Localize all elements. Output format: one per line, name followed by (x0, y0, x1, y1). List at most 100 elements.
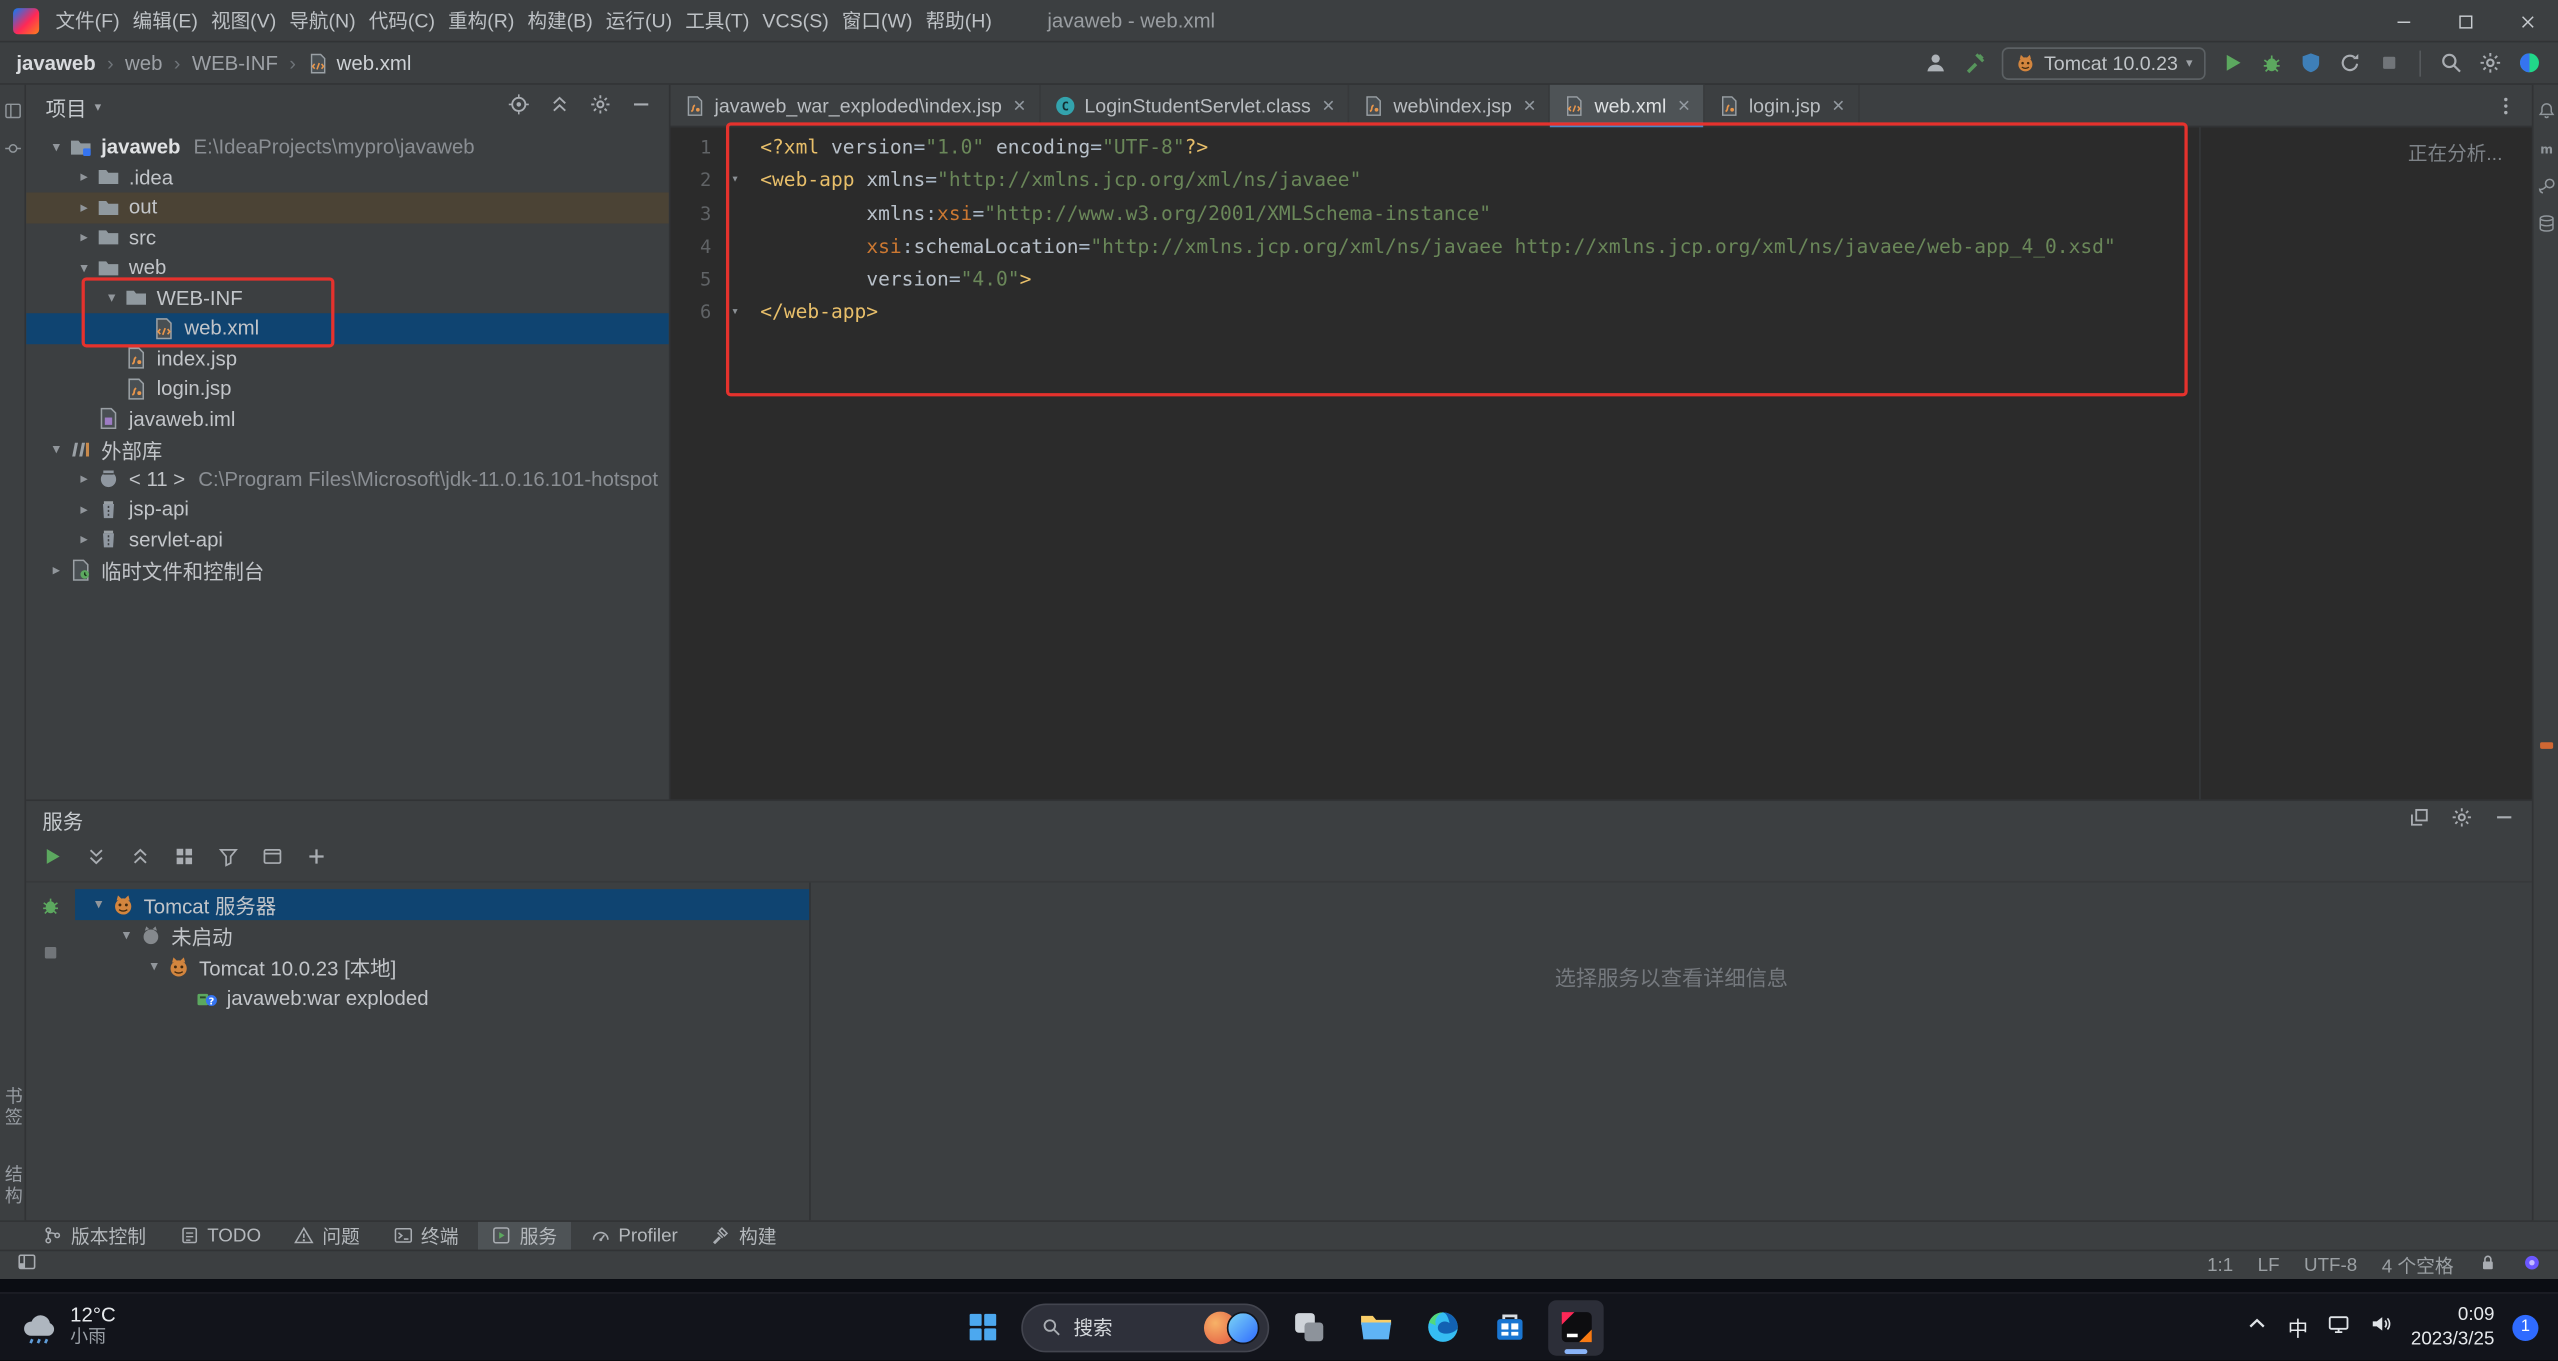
project-panel-title[interactable]: 项目▾ (46, 91, 102, 122)
close-tab-icon[interactable]: × (1832, 93, 1844, 117)
chevron-right-icon[interactable]: ▸ (46, 561, 67, 579)
network-button[interactable] (2326, 1311, 2350, 1344)
settings-button[interactable] (2478, 51, 2502, 75)
weather-widget[interactable]: 12°C 小雨 (20, 1303, 116, 1351)
tool-windows-toggle-button[interactable] (16, 1250, 37, 1279)
hide-button[interactable] (630, 92, 653, 120)
ime-indicator[interactable]: 中 (2288, 1312, 2308, 1343)
breadcrumb-item-web-xml[interactable]: web.xml (307, 51, 411, 74)
settings-button[interactable] (589, 92, 612, 120)
start-button[interactable] (954, 1299, 1009, 1354)
taskbar-app-task-view[interactable] (1281, 1299, 1336, 1354)
chevron-right-icon[interactable]: ▸ (73, 199, 94, 217)
tab-options-button[interactable] (2480, 85, 2532, 126)
event-button[interactable] (2522, 1253, 2542, 1277)
service-item-tomcat-10-0-23-本地[interactable]: ▾Tomcat 10.0.23 [本地] (75, 951, 809, 982)
float-button[interactable] (2408, 806, 2431, 834)
user-button[interactable] (1923, 51, 1947, 75)
stop-button[interactable] (39, 941, 62, 972)
project-item-src[interactable]: ▸src (26, 223, 669, 253)
expand-all-button[interactable] (85, 844, 108, 875)
collapse-all-button[interactable] (129, 844, 152, 875)
menu-视图-v[interactable]: 视图(V) (204, 0, 282, 42)
chevron-down-icon[interactable]: ▾ (73, 259, 94, 277)
search-button[interactable] (2439, 51, 2463, 75)
menu-重构-r[interactable]: 重构(R) (442, 0, 521, 42)
project-item-web-xml[interactable]: web.xml (26, 313, 669, 343)
service-item-javaweb-war-exploded[interactable]: ?javaweb:war exploded (75, 982, 809, 1013)
menu-编辑-e[interactable]: 编辑(E) (126, 0, 204, 42)
status-1-1[interactable]: 1:1 (2207, 1255, 2233, 1275)
project-item-index-jsp[interactable]: index.jsp (26, 343, 669, 373)
project-tool-button[interactable] (2, 101, 22, 121)
status-utf-8[interactable]: UTF-8 (2304, 1255, 2357, 1275)
editor-tab-javaweb-war-exploded-index-jsp[interactable]: javaweb_war_exploded\index.jsp× (671, 85, 1041, 126)
run-button[interactable] (41, 844, 64, 875)
editor-tab-login-jsp[interactable]: login.jsp× (1705, 85, 1859, 126)
maximize-button[interactable] (2434, 0, 2496, 42)
chevron-right-icon[interactable]: ▸ (73, 168, 94, 186)
toolwindow-button-todo[interactable]: TODO (166, 1221, 275, 1250)
menu-构建-b[interactable]: 构建(B) (521, 0, 599, 42)
add-button[interactable] (305, 844, 328, 875)
group-button[interactable] (173, 844, 196, 875)
coverage-button[interactable] (2299, 51, 2323, 75)
taskbar-app-idea[interactable] (1548, 1299, 1603, 1354)
settings-button[interactable] (2450, 806, 2473, 834)
project-item-11[interactable]: ▸< 11 >C:\Program Files\Microsoft\jdk-11… (26, 464, 669, 494)
close-tab-icon[interactable]: × (1678, 93, 1690, 117)
chevron-down-icon[interactable]: ▾ (144, 958, 165, 976)
menu-文件-f[interactable]: 文件(F) (49, 0, 126, 42)
code-line-1[interactable]: <?xml version="1.0" encoding="UTF-8"?> (760, 131, 2532, 164)
close-tab-icon[interactable]: × (1322, 93, 1334, 117)
menu-帮助-h[interactable]: 帮助(H) (919, 0, 998, 42)
chevron-right-icon[interactable]: ▸ (73, 229, 94, 247)
toolwindow-button-服务[interactable]: 服务 (478, 1221, 570, 1250)
toolwindow-button-问题[interactable]: 问题 (281, 1221, 373, 1250)
project-item-临时文件和控制台[interactable]: ▸临时文件和控制台 (26, 555, 669, 585)
editor-tab-web-index-jsp[interactable]: web\index.jsp× (1349, 85, 1550, 126)
menu-vcs-s[interactable]: VCS(S) (756, 0, 835, 42)
volume-button[interactable] (2369, 1311, 2393, 1344)
notifications-button[interactable] (2536, 101, 2556, 121)
collapse-all-button[interactable] (548, 92, 571, 120)
code-line-6[interactable]: </web-app> (760, 296, 2532, 329)
project-item-login-jsp[interactable]: login.jsp (26, 374, 669, 404)
editor-tab-loginstudentservlet-class[interactable]: CLoginStudentServlet.class× (1040, 85, 1349, 126)
fold-toggle-icon[interactable]: ▾ (731, 164, 739, 197)
debug-button[interactable] (39, 894, 62, 925)
menu-窗口-w[interactable]: 窗口(W) (835, 0, 919, 42)
debug-button[interactable] (2259, 51, 2283, 75)
gradle-button[interactable] (2536, 176, 2556, 196)
chevron-down-icon[interactable]: ▾ (101, 289, 122, 307)
status-4-个空格[interactable]: 4 个空格 (2382, 1252, 2454, 1278)
editor-code[interactable]: <?xml version="1.0" encoding="UTF-8"?><w… (746, 127, 2532, 799)
locate-button[interactable] (507, 92, 530, 120)
stripe-label-书签[interactable]: 书签 (0, 1087, 25, 1129)
stop-button[interactable] (2377, 51, 2401, 75)
taskbar-app-edge[interactable] (1414, 1299, 1469, 1354)
taskbar-app-explorer[interactable] (1348, 1299, 1403, 1354)
code-line-4[interactable]: xsi:schemaLocation="http://xmlns.jcp.org… (760, 230, 2532, 263)
stripe-label-结构[interactable]: 结构 (0, 1165, 25, 1207)
chevron-down-icon[interactable]: ▾ (116, 927, 137, 945)
toolwindow-button-构建[interactable]: 构建 (697, 1221, 789, 1250)
minimize-button[interactable] (2372, 0, 2434, 42)
project-item-servlet-api[interactable]: ▸servlet-api (26, 524, 669, 554)
toolwindow-button-版本控制[interactable]: 版本控制 (29, 1221, 159, 1250)
code-line-5[interactable]: version="4.0"> (760, 263, 2532, 296)
project-item-javaweb-iml[interactable]: javaweb.iml (26, 404, 669, 434)
breadcrumb-item-web-inf[interactable]: WEB-INF (192, 51, 278, 74)
project-item-外部库[interactable]: ▾外部库 (26, 434, 669, 464)
menu-运行-u[interactable]: 运行(U) (599, 0, 678, 42)
close-tab-icon[interactable]: × (1523, 93, 1535, 117)
commit-tool-button[interactable] (2, 139, 22, 159)
breadcrumb-item-web[interactable]: web (125, 51, 162, 74)
close-tab-icon[interactable]: × (1013, 93, 1025, 117)
project-item-jsp-api[interactable]: ▸jsp-api (26, 494, 669, 524)
project-item-web-inf[interactable]: ▾WEB-INF (26, 283, 669, 313)
database-button[interactable] (2536, 214, 2556, 234)
menu-工具-t[interactable]: 工具(T) (679, 0, 756, 42)
status-lf[interactable]: LF (2258, 1255, 2280, 1275)
search-box[interactable]: 搜索 (1021, 1303, 1269, 1352)
